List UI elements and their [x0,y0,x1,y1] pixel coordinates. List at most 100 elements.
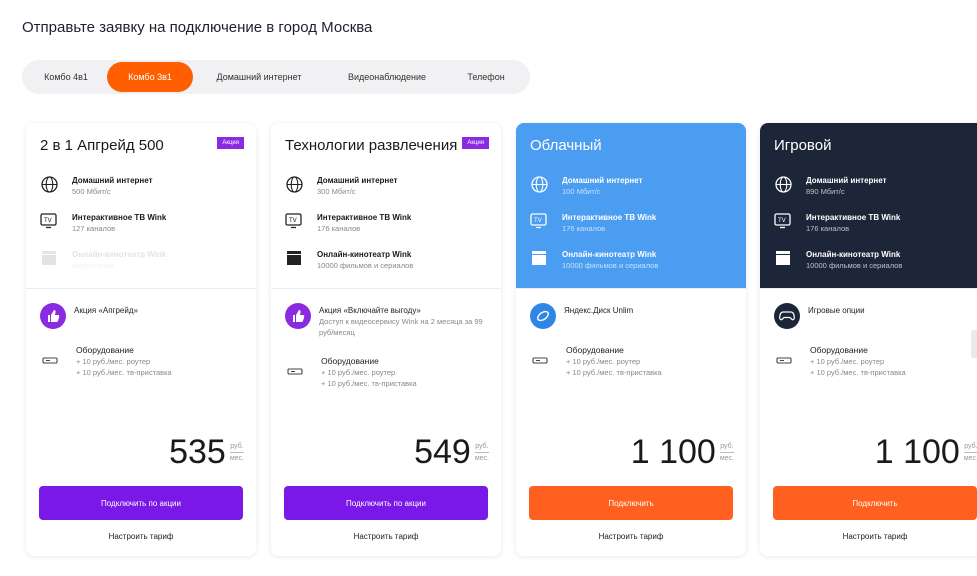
clapper-icon [530,249,548,267]
feature-value: 176 каналов [317,224,361,233]
clapper-icon [285,249,303,267]
router-icon [774,350,794,370]
feature-cinema: Онлайн-кинотеатр Wink 10000 фильмов и сер… [285,249,413,271]
option-name: Игровые опции [808,306,865,315]
equipment-block: Оборудование + 10 руб./мес. роутер + 10 ру… [40,344,172,378]
router-icon [530,350,550,370]
svg-text:TV: TV [43,217,53,224]
equipment-stb-price: + 10 руб./мес. тв-приставка [76,368,172,377]
tariff-card-cloud: Облачный Домашний интернет 100 Мбит/с TV … [516,123,746,556]
price: 549 руб. мес. [414,434,489,470]
equipment-title: Оборудование [810,345,868,355]
feature-cinema: Онлайн-кинотеатр Wink Недоступно [40,249,166,271]
router-icon [285,361,305,381]
tab-home-internet[interactable]: Домашний интернет [193,62,325,92]
tariff-card-upgrade-500: 2 в 1 Апгрейд 500 Акция Домашний интерне… [26,123,256,556]
feature-name: Интерактивное ТВ Wink [806,213,901,222]
feature-name: Домашний интернет [317,176,398,185]
equipment-router-price: + 10 руб./мес. роутер [321,368,396,377]
globe-icon [285,175,303,193]
feature-value: 127 каналов [72,224,116,233]
feature-internet: Домашний интернет 300 Мбит/с [285,175,398,197]
connect-promo-button[interactable]: Подключить по акции [284,486,488,520]
feature-name: Онлайн-кинотеатр Wink [72,250,167,259]
configure-tariff-link[interactable]: Настроить тариф [271,532,501,541]
feature-tv: TV Интерактивное ТВ Wink 176 каналов [530,212,656,234]
feature-name: Домашний интернет [562,176,643,185]
price: 1 100 руб. мес. [631,434,734,470]
tab-combo-3in1[interactable]: Комбо 3в1 [107,62,193,92]
feature-value: 10000 фильмов и сериалов [806,261,903,270]
gamepad-icon [774,303,800,329]
feature-internet: Домашний интернет 890 Мбит/с [774,175,887,197]
price: 535 руб. мес. [169,434,244,470]
tariff-card-gaming: Игровой Домашний интернет 890 Мбит/с TV И… [760,123,977,556]
equipment-block: Оборудование + 10 руб./мес. роутер + 10 ру… [530,344,662,378]
promo-description: Доступ к видеосервису Wink на 2 месяца з… [319,317,483,337]
promo-offer: Акция «Апгрейд» [40,303,138,329]
equipment-block: Оборудование + 10 руб./мес. роутер + 10 ру… [774,344,906,378]
connect-button[interactable]: Подключить [773,486,977,520]
equipment-title: Оборудование [321,356,379,366]
price-currency: руб. [230,442,244,450]
tv-icon: TV [285,212,303,230]
tab-video-surveillance[interactable]: Видеонаблюдение [325,62,449,92]
tv-icon: TV [530,212,548,230]
tariff-title: 2 в 1 Апгрейд 500 [40,137,164,154]
feature-tv: TV Интерактивное ТВ Wink 176 каналов [774,212,900,234]
configure-tariff-link[interactable]: Настроить тариф [516,532,746,541]
price-period: мес. [474,454,489,462]
tariff-title: Облачный [530,137,602,154]
price-period: мес. [963,454,977,462]
globe-icon [40,175,58,193]
clapper-icon [774,249,792,267]
feature-cinema: Онлайн-кинотеатр Wink 10000 фильмов и сер… [530,249,658,271]
price-unit: руб. мес. [230,442,244,463]
tariff-title: Игровой [774,137,832,154]
carousel-next-handle[interactable] [971,330,977,358]
price: 1 100 руб. мес. [875,434,977,470]
feature-name: Интерактивное ТВ Wink [317,213,412,222]
price-currency: руб. [475,442,489,450]
tariff-card-entertainment: Технологии развлечения Акция Домашний ин… [271,123,501,556]
feature-tv: TV Интерактивное ТВ Wink 127 каналов [40,212,166,234]
configure-tariff-link[interactable]: Настроить тариф [26,532,256,541]
gaming-options: Игровые опции [774,303,865,329]
feature-name: Интерактивное ТВ Wink [72,213,167,222]
thumbs-up-icon [285,303,311,329]
price-unit: руб. мес. [720,442,734,463]
price-period: мес. [229,454,244,462]
equipment-title: Оборудование [76,345,134,355]
feature-name: Онлайн-кинотеатр Wink [806,250,901,259]
svg-text:TV: TV [777,217,787,224]
feature-value: 10000 фильмов и сериалов [562,261,659,270]
equipment-router-price: + 10 руб./мес. роутер [810,357,885,366]
feature-name: Онлайн-кинотеатр Wink [562,250,657,259]
equipment-title: Оборудование [566,345,624,355]
globe-icon [774,175,792,193]
equipment-stb-price: + 10 руб./мес. тв-приставка [810,368,906,377]
tv-icon: TV [40,212,58,230]
promo-name: Акция «Апгрейд» [74,306,138,315]
equipment-router-price: + 10 руб./мес. роутер [566,357,641,366]
connect-button[interactable]: Подключить [529,486,733,520]
feature-value: 300 Мбит/с [317,187,356,196]
svg-text:TV: TV [533,217,543,224]
feature-value: Недоступно [72,261,114,270]
promo-offer: Акция «Включайте выгоду» Доступ к видеосе… [285,303,485,338]
feature-name: Домашний интернет [72,176,153,185]
cloud-storage-option: Яндекс.Диск Unlim [530,303,633,329]
thumbs-up-icon [40,303,66,329]
promo-name: Акция «Включайте выгоду» [319,306,421,315]
connect-promo-button[interactable]: Подключить по акции [39,486,243,520]
page-title: Отправьте заявку на подключение в город … [22,19,373,36]
configure-tariff-link[interactable]: Настроить тариф [760,532,977,541]
feature-value: 176 каналов [562,224,606,233]
tab-combo-4in1[interactable]: Комбо 4в1 [25,62,107,92]
price-value: 535 [169,433,226,471]
feature-value: 890 Мбит/с [806,187,845,196]
price-period: мес. [719,454,734,462]
tariff-title: Технологии развлечения [285,137,458,154]
tab-phone[interactable]: Телефон [449,62,523,92]
price-currency: руб. [964,442,977,450]
